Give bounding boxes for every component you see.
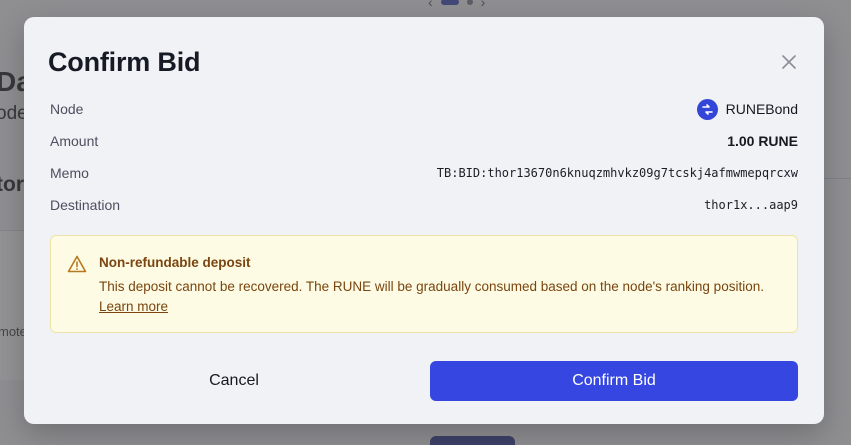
warning-text: This deposit cannot be recovered. The RU… [99,279,764,294]
confirm-bid-modal: Confirm Bid Node RUNEBond Amount 1.00 RU… [24,17,824,424]
destination-value: thor1x...aap9 [704,198,798,212]
close-icon [782,55,796,69]
node-value: RUNEBond [696,98,798,120]
confirm-bid-button[interactable]: Confirm Bid [430,361,798,401]
warning-callout: Non-refundable deposit This deposit cann… [50,235,798,333]
warning-body: This deposit cannot be recovered. The RU… [99,277,779,317]
runebond-logo-icon [696,98,718,120]
warning-title: Non-refundable deposit [99,255,251,270]
detail-row-amount: Amount 1.00 RUNE [50,130,798,152]
learn-more-link[interactable]: Learn more [99,299,168,314]
node-label: Node [50,101,84,117]
warning-triangle-icon [67,255,87,273]
detail-row-node: Node RUNEBond [50,98,798,120]
detail-row-destination: Destination thor1x...aap9 [50,194,798,216]
destination-label: Destination [50,197,121,213]
memo-label: Memo [50,165,89,181]
node-name: RUNEBond [725,101,798,117]
amount-value: 1.00 RUNE [727,133,798,149]
amount-label: Amount [50,133,99,149]
detail-row-memo: Memo TB:BID:thor13670n6knuqzmhvkz09g7tcs… [50,162,798,184]
cancel-button[interactable]: Cancel [50,361,418,401]
memo-value: TB:BID:thor13670n6knuqzmhvkz09g7tcskj4af… [436,166,798,180]
close-button[interactable] [777,50,801,74]
modal-title: Confirm Bid [48,47,201,77]
